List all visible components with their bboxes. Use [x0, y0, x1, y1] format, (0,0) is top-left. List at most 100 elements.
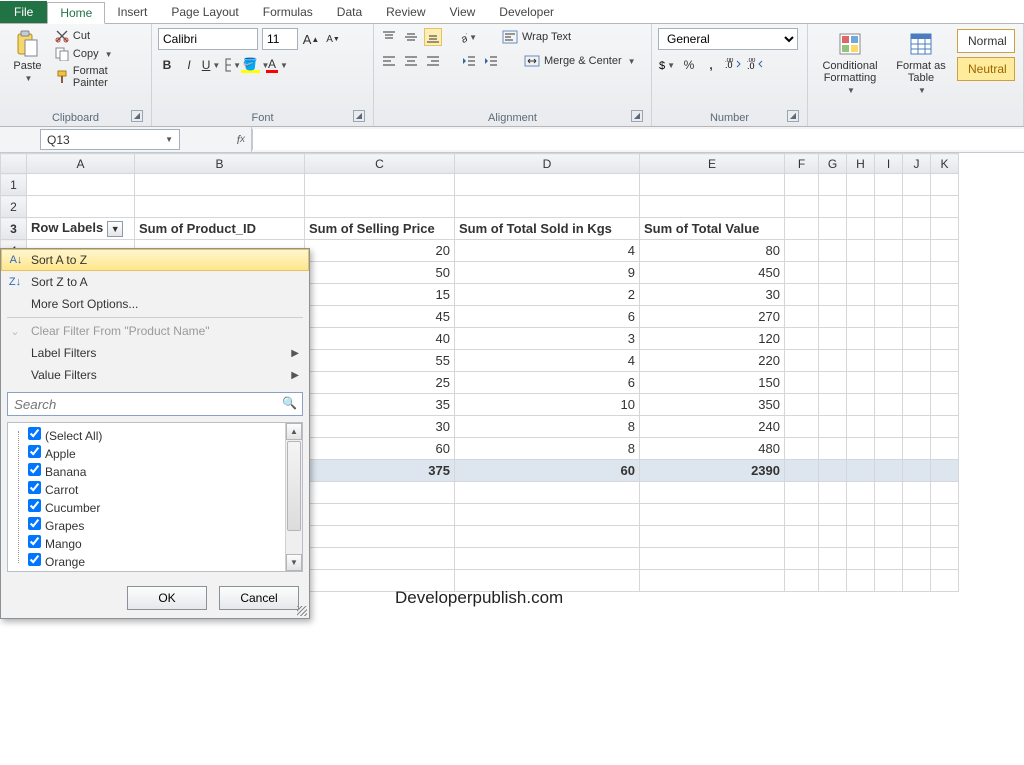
align-right-button[interactable] [424, 52, 442, 70]
underline-button[interactable]: U▼ [202, 56, 220, 74]
copy-button[interactable]: Copy▼ [53, 46, 145, 62]
more-sort-options[interactable]: More Sort Options... [1, 293, 309, 315]
filter-tree-scrollbar[interactable]: ▲ ▼ [285, 423, 302, 571]
scroll-thumb[interactable] [287, 441, 301, 531]
accounting-format-button[interactable]: $▼ [658, 56, 676, 74]
column-header[interactable]: K [931, 154, 959, 174]
format-painter-button[interactable]: Format Painter [53, 64, 145, 90]
name-box[interactable]: Q13 ▼ [40, 129, 180, 150]
filter-item-checkbox[interactable] [28, 535, 41, 548]
filter-item-checkbox[interactable] [28, 481, 41, 494]
column-header[interactable]: F [785, 154, 819, 174]
align-center-button[interactable] [402, 52, 420, 70]
shrink-font-button[interactable]: A▼ [324, 30, 342, 48]
insert-function-button[interactable]: fx [182, 127, 252, 152]
formula-bar[interactable] [252, 129, 1024, 150]
filter-item-checkbox[interactable] [28, 445, 41, 458]
comma-button[interactable]: , [702, 56, 720, 74]
filter-cancel-button[interactable]: Cancel [219, 586, 299, 610]
conditional-formatting-button[interactable]: Conditional Formatting▼ [814, 28, 886, 97]
tab-view[interactable]: View [438, 1, 488, 23]
tab-developer[interactable]: Developer [487, 1, 566, 23]
bold-button[interactable]: B [158, 56, 176, 74]
filter-item-checkbox[interactable] [28, 553, 41, 566]
scroll-up-button[interactable]: ▲ [286, 423, 302, 440]
row-header[interactable]: 2 [1, 196, 27, 218]
font-name-combo[interactable] [158, 28, 258, 50]
grow-font-button[interactable]: A▲ [302, 30, 320, 48]
scroll-down-button[interactable]: ▼ [286, 554, 302, 571]
label-filters[interactable]: Label Filters▶ [1, 342, 309, 364]
align-left-button[interactable] [380, 52, 398, 70]
tab-review[interactable]: Review [374, 1, 437, 23]
column-header[interactable]: A [27, 154, 135, 174]
filter-item-checkbox[interactable] [28, 571, 41, 572]
filter-item[interactable]: Orange [28, 553, 281, 571]
orientation-button[interactable]: ab▼ [460, 28, 478, 46]
row-header[interactable]: 1 [1, 174, 27, 196]
increase-decimal-button[interactable]: .0.00 [724, 56, 742, 74]
cut-button[interactable]: Cut [53, 28, 145, 44]
clipboard-dialog-launcher[interactable]: ◢ [131, 110, 143, 122]
column-header[interactable]: D [455, 154, 640, 174]
align-middle-button[interactable] [402, 28, 420, 46]
merge-center-button[interactable]: Merge & Center▼ [522, 52, 638, 70]
filter-item[interactable]: Apple [28, 445, 281, 463]
increase-indent-button[interactable] [482, 52, 500, 70]
tab-home[interactable]: Home [47, 2, 105, 24]
cell-style-normal[interactable]: Normal [957, 29, 1015, 53]
filter-item-checkbox[interactable] [28, 517, 41, 530]
number-dialog-launcher[interactable]: ◢ [787, 110, 799, 122]
column-header[interactable]: B [135, 154, 305, 174]
tab-data[interactable]: Data [325, 1, 374, 23]
font-dialog-launcher[interactable]: ◢ [353, 110, 365, 122]
filter-item[interactable]: (Select All) [28, 427, 281, 445]
filter-item-checkbox[interactable] [28, 427, 41, 440]
fill-color-button[interactable]: 🪣▼ [246, 56, 264, 74]
chevron-down-icon[interactable]: ▼ [165, 135, 173, 144]
cell-style-neutral[interactable]: Neutral [957, 57, 1015, 81]
paste-button[interactable]: Paste ▼ [6, 28, 49, 85]
column-header[interactable]: J [903, 154, 931, 174]
filter-item[interactable]: Grapes [28, 517, 281, 535]
alignment-dialog-launcher[interactable]: ◢ [631, 110, 643, 122]
copy-label: Copy [73, 48, 99, 60]
resize-grip[interactable] [297, 606, 307, 616]
filter-item-checkbox[interactable] [28, 499, 41, 512]
filter-ok-button[interactable]: OK [127, 586, 207, 610]
format-as-table-button[interactable]: Format as Table▼ [890, 28, 952, 97]
percent-button[interactable]: % [680, 56, 698, 74]
align-top-button[interactable] [380, 28, 398, 46]
font-color-button[interactable]: A▼ [268, 56, 286, 74]
row-header[interactable]: 3 [1, 218, 27, 240]
filter-item[interactable]: Banana [28, 463, 281, 481]
decrease-indent-button[interactable] [460, 52, 478, 70]
filter-item[interactable]: Cucumber [28, 499, 281, 517]
select-all-corner[interactable] [1, 154, 27, 174]
align-bottom-button[interactable] [424, 28, 442, 46]
italic-button[interactable]: I [180, 56, 198, 74]
filter-item[interactable]: Potato [28, 571, 281, 572]
column-header[interactable]: I [875, 154, 903, 174]
font-size-combo[interactable] [262, 28, 298, 50]
decrease-decimal-button[interactable]: .00.0 [746, 56, 764, 74]
number-format-combo[interactable]: General [658, 28, 798, 50]
value-filters[interactable]: Value Filters▶ [1, 364, 309, 386]
filter-item[interactable]: Carrot [28, 481, 281, 499]
wrap-text-button[interactable]: Wrap Text [500, 28, 573, 46]
borders-button[interactable]: ▼ [224, 56, 242, 74]
filter-item-checkbox[interactable] [28, 463, 41, 476]
tab-formulas[interactable]: Formulas [251, 1, 325, 23]
sort-z-to-a[interactable]: Z↓ Sort Z to A [1, 271, 309, 293]
filter-search-input[interactable] [7, 392, 303, 416]
sort-a-to-z[interactable]: A↓ Sort A to Z [1, 249, 309, 271]
filter-item[interactable]: Mango [28, 535, 281, 553]
column-header[interactable]: E [640, 154, 785, 174]
row-labels-dropdown[interactable]: ▼ [107, 221, 123, 237]
column-header[interactable]: G [819, 154, 847, 174]
tab-page-layout[interactable]: Page Layout [159, 1, 250, 23]
column-header[interactable]: H [847, 154, 875, 174]
tab-file[interactable]: File [0, 1, 47, 23]
column-header[interactable]: C [305, 154, 455, 174]
tab-insert[interactable]: Insert [105, 1, 159, 23]
